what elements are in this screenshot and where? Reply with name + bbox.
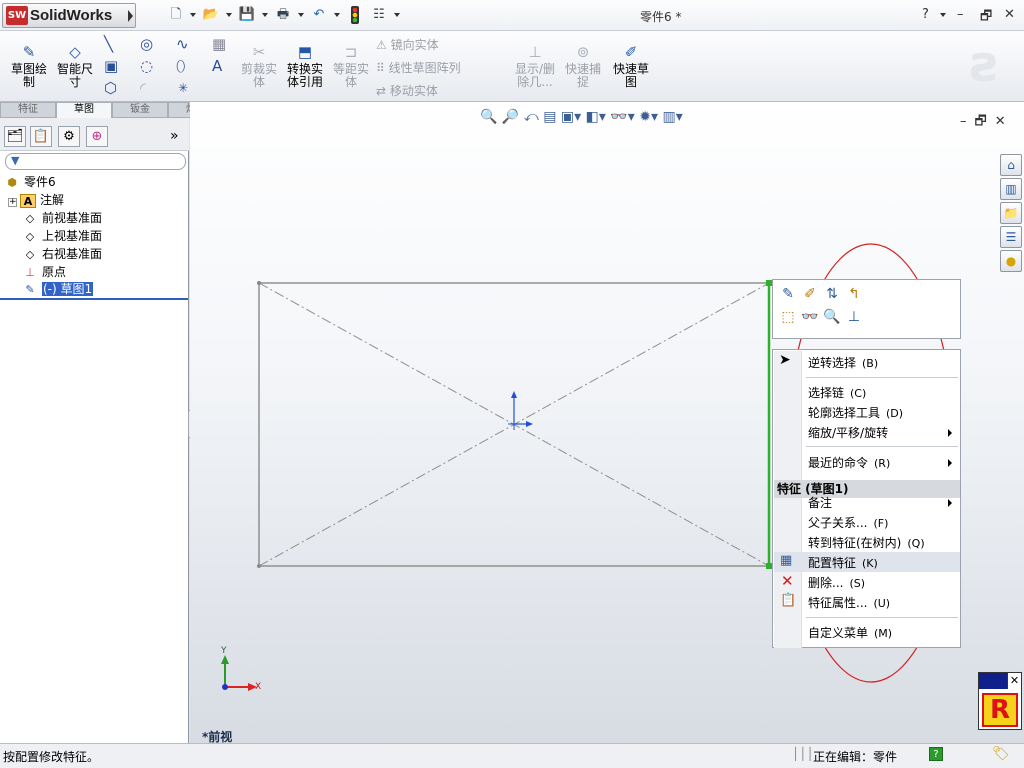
menu-item-shortcut: (R): [874, 457, 891, 470]
menu-item-zoom-pan-rotate[interactable]: 缩放/平移/旋转: [808, 423, 888, 443]
floating-close-icon[interactable]: ✕: [1007, 673, 1021, 689]
menu-item-label: 缩放/平移/旋转: [808, 426, 889, 440]
menu-item-shortcut: (S): [849, 577, 866, 590]
context-menu: ✎ ✐ ⇅ ↰ ⬚ 👓 🔍 ⊥ ➤ 逆转选择 (B) 选择链 (C) 轮廓选择工具 (…: [772, 279, 961, 648]
menu-item-shortcut: (M): [874, 627, 893, 640]
help-status-icon[interactable]: ?: [929, 747, 943, 761]
menu-item-configure-feature[interactable]: 配置特征 (K): [808, 553, 878, 573]
sketch-point[interactable]: [257, 281, 261, 285]
sketch-relations-icon[interactable]: ✐: [800, 285, 820, 303]
status-separators: │││: [792, 747, 814, 761]
menu-item-label: 选择链: [808, 386, 845, 400]
triad-icon: [221, 655, 257, 691]
menu-item-shortcut: (K): [862, 557, 878, 570]
menu-item-shortcut: (B): [862, 357, 879, 370]
status-bar: 按配置修改特征。 │││ 正在编辑：零件 ? 🏷: [0, 743, 1024, 768]
context-toolbar: ✎ ✐ ⇅ ↰ ⬚ 👓 🔍 ⊥: [772, 279, 961, 339]
delete-icon: ✕: [781, 572, 794, 590]
file-explorer-icon[interactable]: 📁: [1000, 202, 1022, 224]
submenu-arrow-icon: [948, 499, 952, 507]
design-library-icon[interactable]: ▥: [1000, 178, 1022, 200]
editing-status: 正在编辑：零件: [813, 750, 898, 764]
menu-item-label: 自定义菜单: [808, 626, 869, 640]
menu-separator: [806, 446, 958, 447]
menu-separator: [806, 617, 958, 618]
menu-item-parent-child[interactable]: 父子关系... (F): [808, 513, 888, 533]
sketch-point[interactable]: [257, 564, 261, 568]
menu-item-shortcut: (C): [850, 387, 867, 400]
menu-item-delete[interactable]: 删除... (S): [808, 573, 865, 593]
context-menu-list: ➤ 逆转选择 (B) 选择链 (C) 轮廓选择工具 (D) 缩放/平移/旋转 最近的命…: [772, 349, 961, 648]
feature-properties-icon: 📋: [780, 593, 797, 608]
menu-item-label: 转到特征(在树内): [808, 536, 902, 550]
menu-item-label: 配置特征: [808, 556, 857, 570]
menu-item-shortcut: (F): [873, 517, 889, 530]
triad-x-label: X: [255, 682, 262, 692]
menu-item-shortcut: (D): [886, 407, 904, 420]
menu-item-feature-properties[interactable]: 特征属性... (U): [808, 593, 890, 613]
configure-feature-icon: ▦: [780, 553, 793, 568]
edit-sketch-icon[interactable]: ✎: [778, 285, 798, 303]
home-icon[interactable]: ⌂: [1000, 154, 1022, 176]
task-pane-tabs: ⌂ ▥ 📁 ☰ ●: [998, 154, 1024, 274]
cursor-icon: ➤: [779, 352, 791, 368]
menu-item-shortcut: (U): [873, 597, 891, 610]
menu-item-invert-selection[interactable]: 逆转选择 (B): [808, 353, 878, 373]
submenu-arrow-icon: [948, 429, 952, 437]
rollback-icon[interactable]: ↰: [844, 285, 864, 303]
sort-icon[interactable]: ⇅: [822, 285, 842, 303]
menu-item-label: 特征属性...: [808, 596, 868, 610]
menu-item-label: 备注: [808, 496, 833, 510]
menu-item-customize-menu[interactable]: 自定义菜单 (M): [808, 623, 892, 643]
sketch-origin-icon: [508, 391, 533, 430]
menu-item-select-chain[interactable]: 选择链 (C): [808, 383, 866, 403]
view-palette-icon[interactable]: ☰: [1000, 226, 1022, 248]
hide-icon[interactable]: 👓: [800, 308, 820, 326]
app-badge-icon: R: [982, 693, 1018, 727]
status-message: 按配置修改特征。: [3, 750, 100, 764]
menu-item-go-to-feature[interactable]: 转到特征(在树内) (Q): [808, 533, 925, 553]
menu-item-label: 删除...: [808, 576, 844, 590]
menu-item-label: 逆转选择: [808, 356, 857, 370]
menu-section-header: 特征 (草图1): [774, 480, 960, 498]
menu-item-recent-commands[interactable]: 最近的命令 (R): [808, 453, 890, 473]
menu-item-label: 最近的命令: [808, 456, 869, 470]
menu-item-label: 父子关系...: [808, 516, 868, 530]
submenu-arrow-icon: [948, 459, 952, 467]
zoom-selection-icon[interactable]: 🔍: [822, 308, 842, 326]
appearances-icon[interactable]: ●: [1000, 250, 1022, 272]
tag-icon[interactable]: 🏷: [992, 746, 1010, 762]
select-other-icon[interactable]: ⬚: [778, 308, 798, 326]
menu-item-label: 轮廓选择工具: [808, 406, 881, 420]
menu-item-shortcut: (Q): [907, 537, 925, 550]
floating-logo-window: ✕ R: [978, 672, 1022, 730]
menu-item-contour-select-tool[interactable]: 轮廓选择工具 (D): [808, 403, 903, 423]
menu-item-comment[interactable]: 备注: [808, 493, 832, 513]
triad-y-label: Y: [221, 646, 227, 656]
normal-to-icon[interactable]: ⊥: [844, 308, 864, 326]
menu-separator: [806, 377, 958, 378]
